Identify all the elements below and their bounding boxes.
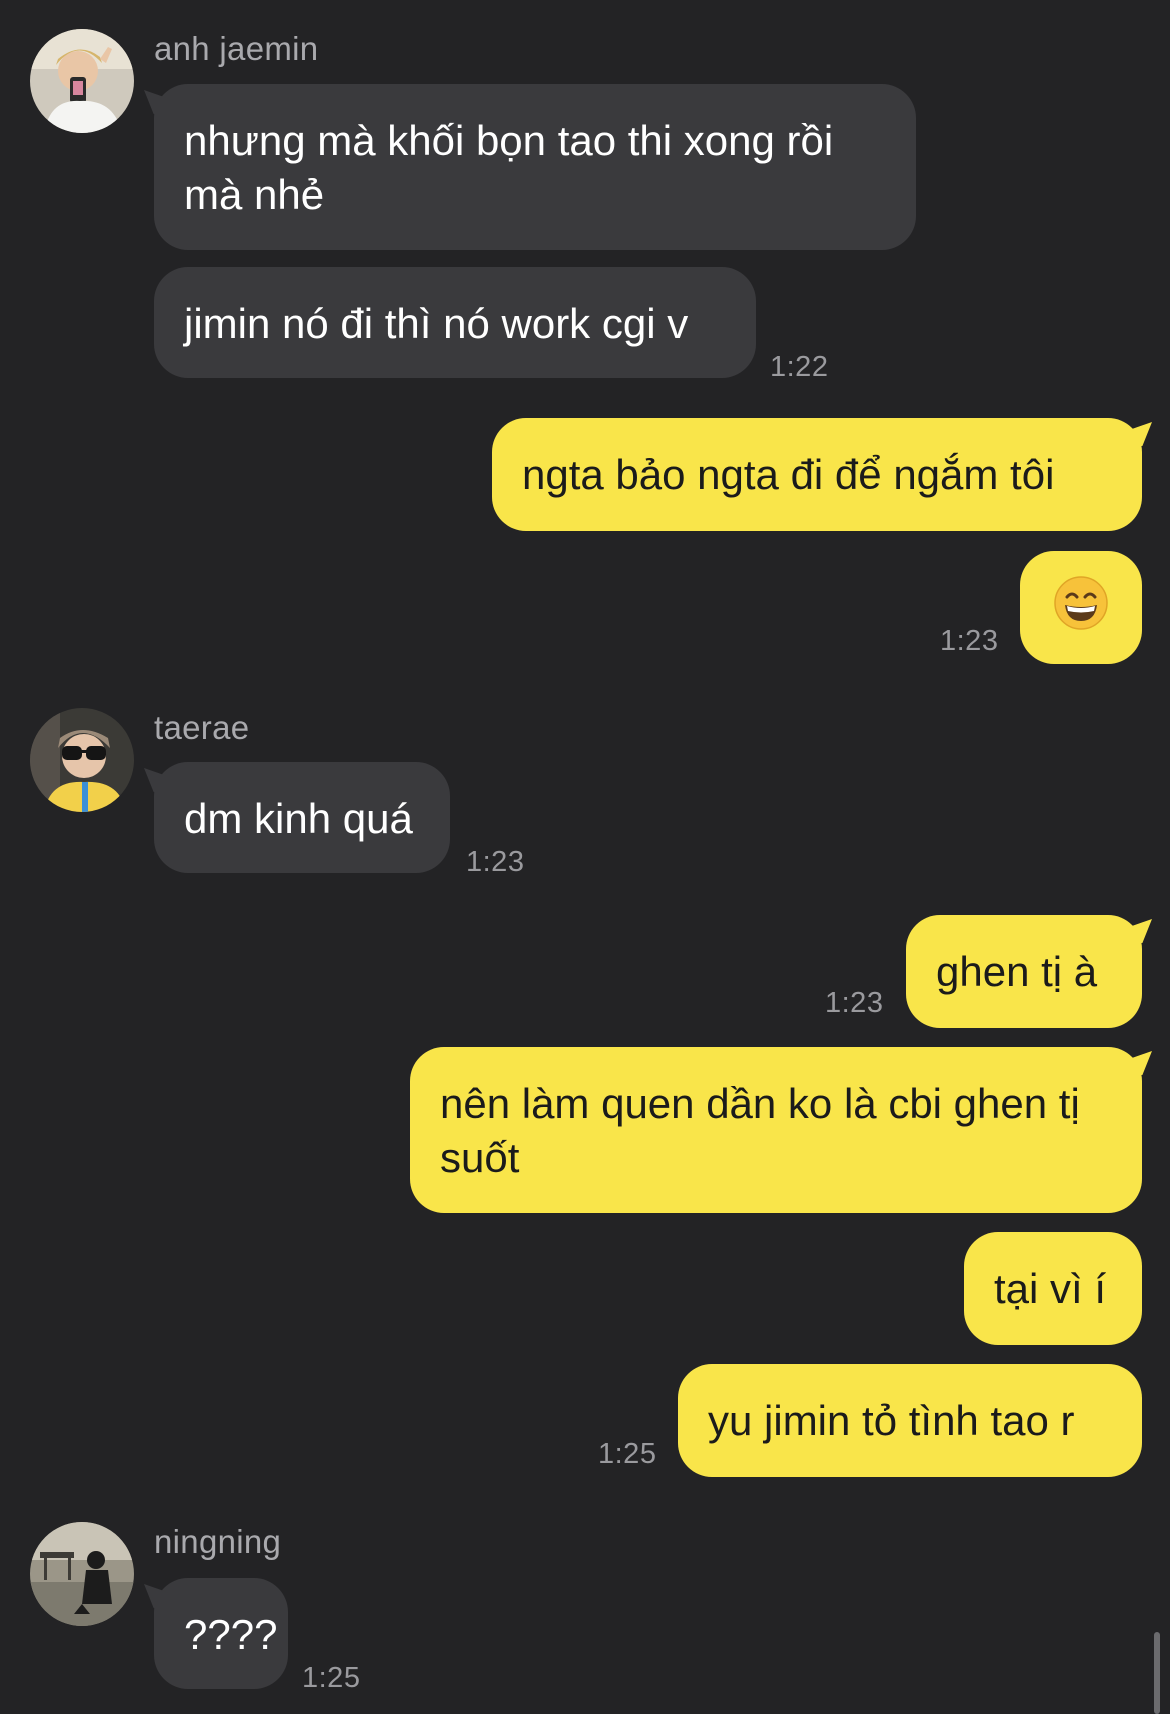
message-text: dm kinh quá (184, 795, 413, 842)
message-bubble-outgoing[interactable]: nên làm quen dần ko là cbi ghen tị suốt (410, 1047, 1142, 1213)
avatar-anh-jaemin[interactable] (30, 29, 134, 133)
message-bubble-outgoing[interactable]: ngta bảo ngta đi để ngắm tôi (492, 418, 1142, 531)
avatar-photo-icon (30, 708, 134, 812)
message-bubble-outgoing[interactable]: yu jimin tỏ tình tao r (678, 1364, 1142, 1477)
message-bubble-incoming[interactable]: ???? (154, 1578, 288, 1689)
message-bubble-incoming[interactable]: nhưng mà khối bọn tao thi xong rồi mà nh… (154, 84, 916, 250)
avatar-ningning[interactable] (30, 1522, 134, 1626)
grinning-face-emoji-icon (1054, 576, 1108, 630)
message-timestamp: 1:25 (598, 1438, 657, 1470)
message-timestamp: 1:23 (940, 625, 999, 657)
message-text: ghen tị à (936, 948, 1098, 995)
sender-name: ningning (154, 1523, 282, 1560)
sender-name: taerae (154, 709, 250, 746)
message-timestamp: 1:23 (825, 987, 884, 1019)
message-bubble-outgoing[interactable]: tại vì í (964, 1232, 1142, 1345)
message-timestamp: 1:23 (466, 846, 525, 878)
avatar-taerae[interactable] (30, 708, 134, 812)
avatar-photo-icon (30, 1522, 134, 1626)
message-text: tại vì í (994, 1265, 1107, 1312)
message-bubble-incoming[interactable]: dm kinh quá (154, 762, 450, 873)
message-timestamp: 1:25 (302, 1662, 361, 1694)
message-text: yu jimin tỏ tình tao r (708, 1397, 1075, 1444)
scrollbar[interactable] (1154, 1632, 1160, 1714)
message-text: ngta bảo ngta đi để ngắm tôi (522, 451, 1055, 498)
sender-name: anh jaemin (154, 30, 319, 67)
message-bubble-outgoing-emoji[interactable] (1020, 551, 1142, 664)
message-text: ???? (184, 1611, 278, 1658)
message-text: nên làm quen dần ko là cbi ghen tị suốt (440, 1080, 1080, 1181)
message-text: nhưng mà khối bọn tao thi xong rồi mà nh… (184, 117, 834, 218)
message-bubble-incoming[interactable]: jimin nó đi thì nó work cgi v (154, 267, 756, 378)
avatar-photo-icon (30, 29, 134, 133)
message-text: jimin nó đi thì nó work cgi v (184, 300, 689, 347)
message-timestamp: 1:22 (770, 351, 829, 383)
message-bubble-outgoing[interactable]: ghen tị à (906, 915, 1142, 1028)
